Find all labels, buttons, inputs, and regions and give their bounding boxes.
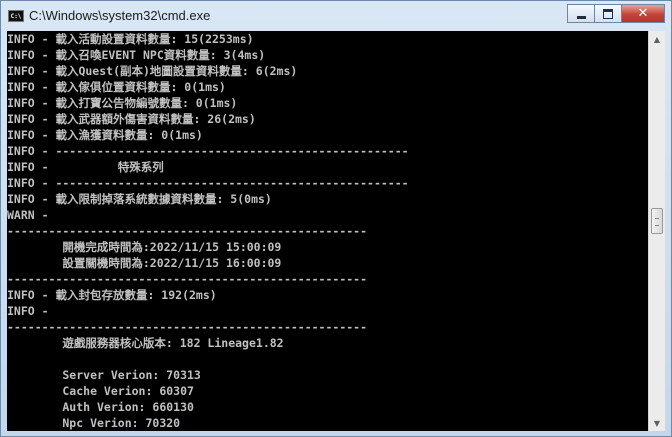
window-title: C:\Windows\system32\cmd.exe [29, 8, 211, 23]
console-line: 設置關機時間為:2022/11/15 16:00:09 [7, 256, 282, 270]
console-line: 開機完成時間為:2022/11/15 15:00:09 [7, 240, 282, 254]
cmd-window: C:\ C:\Windows\system32\cmd.exe ✕ INFO -… [0, 0, 672, 437]
console-line: INFO - 載入活動設置資料數量: 15(2253ms) [7, 32, 254, 46]
console-line: ----------------------------------------… [7, 224, 368, 238]
console-line: WARN - [7, 208, 49, 222]
console-line: ----------------------------------------… [7, 272, 368, 286]
cmd-icon[interactable]: C:\ [8, 10, 24, 22]
minimize-button[interactable] [567, 4, 594, 23]
scroll-down-arrow-icon[interactable]: ▼ [649, 415, 665, 431]
scroll-up-arrow-icon[interactable]: ▲ [649, 31, 665, 47]
console-line: Cache Verion: 60307 [7, 384, 194, 398]
console-line: INFO - 載入漁獲資料數量: 0(1ms) [7, 128, 203, 142]
console-line: INFO - ---------------------------------… [7, 144, 409, 158]
window-controls: ✕ [567, 4, 665, 24]
minimize-icon [576, 15, 586, 19]
console-line: INFO - 特殊系列 [7, 160, 164, 174]
console-line: Npc Verion: 70320 [7, 416, 181, 430]
console-line: INFO - ---------------------------------… [7, 176, 409, 190]
close-button[interactable]: ✕ [621, 4, 665, 23]
title-bar[interactable]: C:\ C:\Windows\system32\cmd.exe ✕ [1, 1, 671, 31]
grip-icon [655, 218, 659, 226]
console-output[interactable]: INFO - 載入活動設置資料數量: 15(2253ms) INFO - 載入召喚… [7, 31, 648, 431]
console-line: INFO - 載入Quest(副本)地圖設置資料數量: 6(2ms) [7, 64, 298, 78]
scrollbar-thumb[interactable] [651, 208, 663, 234]
console-line: INFO - [7, 304, 49, 318]
console-line: INFO - 載入召喚EVENT NPC資料數量: 3(4ms) [7, 48, 266, 62]
console-line: INFO - 載入傢俱位置資料數量: 0(1ms) [7, 80, 226, 94]
console-line: INFO - 載入限制掉落系統數據資料數量: 5(0ms) [7, 192, 272, 206]
vertical-scrollbar[interactable]: ▲ ▼ [648, 31, 665, 431]
console-line: Server Verion: 70313 [7, 368, 201, 382]
console-line: 遊戲服務器核心版本: 182 Lineage1.82 [7, 336, 284, 350]
console-line: INFO - 載入打寶公告物編號數量: 0(1ms) [7, 96, 238, 110]
close-icon: ✕ [637, 6, 649, 21]
console-line: ----------------------------------------… [7, 320, 368, 334]
console-line: INFO - 載入武器額外傷害資料數量: 26(2ms) [7, 112, 256, 126]
console-line: INFO - 載入封包存放數量: 192(2ms) [7, 288, 217, 302]
console-line: Auth Verion: 660130 [7, 400, 194, 414]
maximize-button[interactable] [594, 4, 621, 23]
maximize-icon [603, 8, 613, 19]
